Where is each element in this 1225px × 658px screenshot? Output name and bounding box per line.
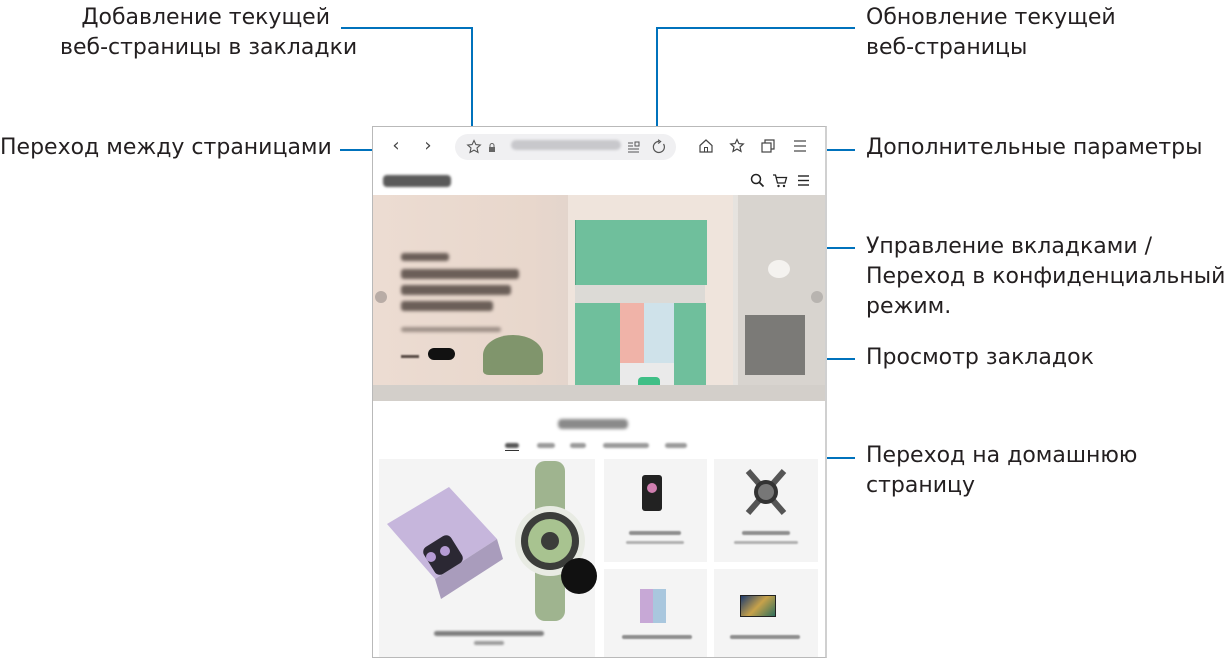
fridge-image-left [640,589,653,623]
deal-card-fridge[interactable] [604,569,707,657]
hero-banner[interactable] [373,195,825,401]
cabinet-lower-right [674,303,706,393]
hero-promo-line-4 [401,301,493,311]
fridge-image-right [653,589,666,623]
browser-window: ‹ › [372,126,827,658]
hero-buy-button[interactable] [428,348,455,360]
cart-icon[interactable] [772,173,788,188]
cabinet-line [575,220,576,285]
featured-sub-blurred [474,641,504,645]
tv-title-blurred [730,635,800,639]
watch-sub-blurred [734,541,798,544]
fridge-title-blurred [622,635,692,639]
callout-refresh-line1: Обновление текущей [866,5,1116,30]
deal-card-phone[interactable] [604,459,707,562]
watch-title-blurred [742,531,790,535]
hero-furniture [745,315,805,375]
callout-home-line1: Переход на домашнюю [866,443,1138,468]
callout-refresh-line2: веб-страницы [866,35,1028,60]
reader-mode-icon[interactable] [627,141,640,153]
watch-image [515,461,597,621]
watch-image-small [745,469,787,515]
hero-promo-sub [401,327,501,332]
star-icon[interactable] [466,139,482,155]
home-icon[interactable] [698,138,714,154]
callout-tabs-line3: режим. [866,294,952,319]
deals-tab-3[interactable] [570,443,586,448]
deal-card-watch[interactable] [714,459,818,562]
hero-promo-line-1 [401,253,449,261]
deals-tab-5[interactable] [665,443,687,448]
callout-add-bookmark-line1: Добавление текущей [81,5,330,30]
callout-tabs-line1: Управление вкладками / [866,234,1153,259]
line-refresh [656,27,855,130]
callout-home: Переход на домашнюю страницу [866,441,1137,501]
fridge-blue-panel [644,303,674,363]
callout-add-bookmark: Добавление текущей веб-страницы в заклад… [60,3,358,63]
latest-deals-title [558,419,628,429]
hero-promo-line-3 [401,285,511,295]
site-logo[interactable] [383,175,451,187]
cabinet-backsplash [575,285,705,303]
phone-sub-blurred [626,541,684,544]
phone-image [642,475,662,511]
bookmarks-icon[interactable] [729,138,745,154]
callout-add-bookmark-line2: веб-страницы в закладки [60,35,358,60]
url-text-blurred [511,140,621,150]
deals-tab-2[interactable] [537,443,555,448]
callout-more-options: Дополнительные параметры [866,135,1203,160]
callout-tabs-line2: Переход в конфиденциальный [866,264,1225,289]
site-menu-icon[interactable] [797,175,810,186]
deals-tab-underline [505,450,519,451]
chevron-left-icon[interactable]: ‹ [387,137,405,155]
cabinet-upper [575,220,707,285]
chevron-right-icon[interactable]: › [419,137,437,155]
hero-promo-line-2 [401,269,519,279]
hero-learn-more-link[interactable] [401,355,419,358]
fridge-pink-panel [620,303,644,363]
flip-phone-image [387,487,503,599]
hero-plant [483,335,543,375]
lock-icon [489,143,495,152]
hero-next-arrow[interactable] [811,291,823,303]
featured-title-blurred [434,631,544,636]
hero-prev-arrow[interactable] [375,291,387,303]
line-add-bookmark [341,27,473,130]
phone-image-accent [647,483,657,493]
hero-lamp [768,260,790,278]
callout-navigate: Переход между страницами [0,135,332,160]
search-icon[interactable] [750,173,765,188]
tv-image [740,595,776,617]
callout-view-bookmarks: Просмотр закладок [866,345,1094,370]
deal-card-featured[interactable] [379,459,597,657]
refresh-icon[interactable] [651,139,667,155]
deals-tab-1[interactable] [505,443,519,448]
browser-toolbar: ‹ › [373,127,825,165]
phone-title-blurred [629,531,681,535]
deal-card-tv[interactable] [714,569,818,657]
callout-refresh: Обновление текущей веб-страницы [866,3,1116,63]
address-bar[interactable] [455,134,676,160]
tabs-icon[interactable] [760,138,776,154]
hero-floor [373,385,825,401]
callout-home-line2: страницу [866,473,976,498]
cabinet-lower-left [575,303,620,393]
callout-tabs: Управление вкладками / Переход в конфиде… [866,232,1225,322]
menu-icon[interactable] [793,140,807,152]
deals-tab-4[interactable] [603,443,649,448]
